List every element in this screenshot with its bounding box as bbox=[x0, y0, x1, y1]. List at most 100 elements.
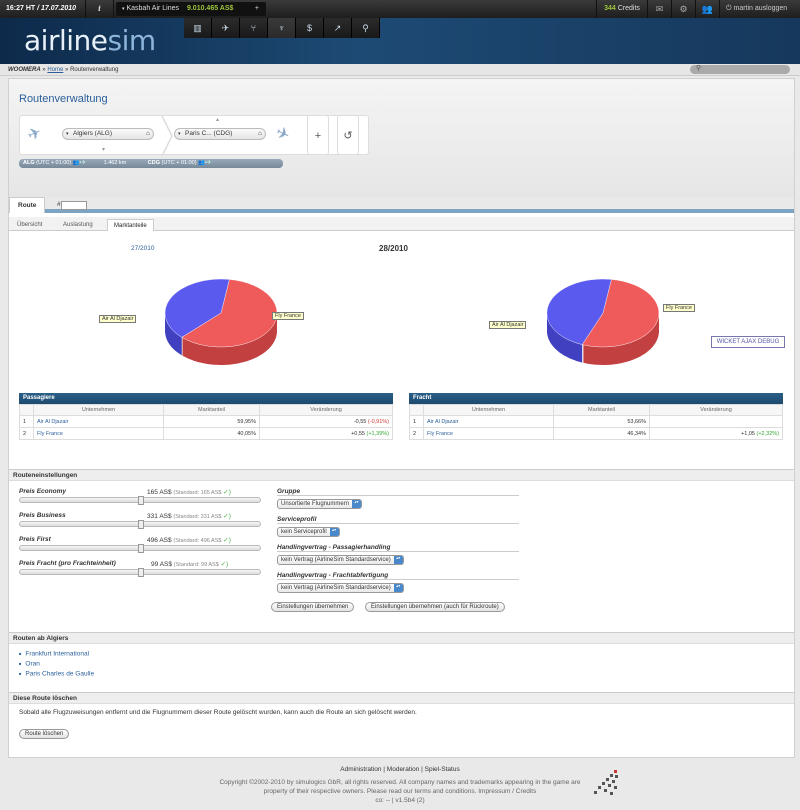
delete-route-title: Diese Route löschen bbox=[9, 692, 794, 704]
price-business-slider[interactable] bbox=[19, 520, 261, 529]
route-link[interactable]: Frankfurt International bbox=[19, 649, 94, 659]
company-link[interactable]: Air Al Djazair bbox=[423, 415, 554, 428]
cargo-handling-label: Handlingvertrag - Frachtabfertigung bbox=[277, 572, 389, 579]
route-link[interactable]: Paris Charles de Gaulle bbox=[19, 669, 94, 679]
add-funds-icon[interactable]: + bbox=[255, 2, 259, 16]
power-icon: ⏻ bbox=[726, 5, 732, 12]
site-header: airlinesim ▥ ✈ ⑂ ♆ $ ↗ ⚲ bbox=[0, 18, 800, 64]
price-economy-slider[interactable] bbox=[19, 496, 261, 505]
wicket-debug-link[interactable]: WICKET AJAX DEBUG bbox=[711, 336, 785, 348]
company-link[interactable]: Air Al Djazair bbox=[33, 415, 164, 428]
route-number-input[interactable] bbox=[61, 201, 87, 210]
dropdown-icon: ▾ bbox=[122, 6, 125, 12]
footer-link-status[interactable]: Spiel-Status bbox=[425, 766, 460, 773]
price-freight-value[interactable]: 99 AS$ (Standard: 99 AS$ ✓) bbox=[151, 560, 228, 568]
passenger-share-pie bbox=[164, 278, 278, 365]
price-economy-label: Preis Economy bbox=[19, 488, 66, 495]
dropdown-icon: ▾ bbox=[178, 131, 181, 137]
slider-handle[interactable] bbox=[138, 568, 144, 577]
tab-market-share[interactable]: Marktanteile bbox=[107, 219, 154, 231]
price-first-label: Preis First bbox=[19, 536, 51, 543]
current-period: 28/2010 bbox=[379, 244, 408, 253]
price-economy-value[interactable]: 165 AS$ (Standard: 165 AS$ ✓) bbox=[147, 488, 231, 496]
footer-link-administration[interactable]: Administration bbox=[340, 766, 381, 773]
table-row: 2 Fly France 40,05% +0,55 (+1,39%) bbox=[19, 427, 393, 440]
main-content: Routenverwaltung ✈ ▾ Algiers (ALG) ⌂ ▾ ▴… bbox=[8, 78, 795, 758]
route-settings-title: Routeneinstellungen bbox=[9, 469, 794, 481]
trend-icon[interactable]: ↗ bbox=[324, 18, 352, 38]
service-profile-select[interactable]: kein Serviceprofil bbox=[277, 527, 340, 537]
table-row: 2 Fly France 46,34% +1,05 (+2,32%) bbox=[409, 427, 783, 440]
breadcrumb-current: Routenverwaltung bbox=[70, 67, 119, 73]
group-select[interactable]: Unsortierte Flugnummern bbox=[277, 499, 363, 509]
settings-gear-icon[interactable]: ⚙ bbox=[672, 0, 696, 18]
search-input[interactable]: ⚲ bbox=[690, 65, 790, 74]
price-first-slider[interactable] bbox=[19, 544, 261, 553]
pin-icon[interactable]: ⚲ bbox=[352, 18, 380, 38]
delete-route-description: Sobald alle Flugzuweisungen entfernt und… bbox=[19, 709, 417, 716]
table-header-row: Unternehmen Marktanteil Veränderung bbox=[409, 404, 783, 416]
destination-airport-select[interactable]: ▾ Paris C... (CDG) ⌂ bbox=[174, 128, 266, 140]
tab-route[interactable]: Route bbox=[9, 197, 46, 213]
mail-icon[interactable]: ✉ bbox=[648, 0, 672, 18]
undo-button[interactable]: ↺ bbox=[337, 115, 359, 155]
plane-icon[interactable]: ✈ bbox=[212, 18, 240, 38]
seat-icon[interactable]: ⑂ bbox=[240, 18, 268, 38]
game-clock: 16:27 HT / 17.07.2010 bbox=[0, 0, 86, 18]
routes-list: Frankfurt International Oran Paris Charl… bbox=[19, 649, 94, 679]
previous-period-link[interactable]: 27/2010 bbox=[131, 245, 155, 252]
route-distance: 1.462 km bbox=[103, 160, 127, 166]
search-icon: ⚲ bbox=[696, 65, 702, 72]
route-chevron-icon bbox=[161, 116, 173, 156]
main-tabs: Route # bbox=[9, 197, 794, 213]
simulogics-logo bbox=[594, 770, 618, 795]
freight-share-pie bbox=[546, 278, 660, 365]
breadcrumb-root: WOOMERA bbox=[8, 67, 41, 73]
route-planner-panel: Routenverwaltung ✈ ▾ Algiers (ALG) ⌂ ▾ ▴… bbox=[9, 79, 794, 197]
route-summary-bar: ALG (UTC + 01:00) 👥▪✈ 1.462 km CDG (UTC … bbox=[19, 159, 283, 168]
price-first-value[interactable]: 496 AS$ (Standard: 496 AS$ ✓) bbox=[147, 536, 231, 544]
apply-settings-return-button[interactable]: Einstellungen übernehmen (auch für Rückr… bbox=[365, 602, 505, 612]
breadcrumb-home-link[interactable]: Home bbox=[47, 67, 63, 73]
pie-label-air-al-djazair: Air Al Djazair bbox=[99, 315, 137, 323]
route-link[interactable]: Oran bbox=[19, 659, 94, 669]
delete-route-button[interactable]: Route löschen bbox=[19, 729, 70, 739]
company-link[interactable]: Fly France bbox=[33, 427, 164, 440]
logout-link[interactable]: ⏻ martin ausloggen bbox=[720, 0, 800, 18]
sub-tabs: Übersicht Auslastung Marktanteile bbox=[9, 217, 794, 231]
origin-airport-select[interactable]: ▾ Algiers (ALG) ⌂ bbox=[62, 128, 154, 140]
swap-up-icon[interactable]: ▴ bbox=[216, 116, 219, 123]
tower-icon[interactable]: ♆ bbox=[268, 18, 296, 38]
building-icon[interactable]: ▥ bbox=[184, 18, 212, 38]
price-freight-slider[interactable] bbox=[19, 568, 261, 577]
routes-from-title: Routen ab Algiers bbox=[9, 632, 794, 644]
tab-utilization[interactable]: Auslastung bbox=[57, 219, 99, 231]
info-icon[interactable]: i bbox=[86, 0, 114, 18]
add-leg-button[interactable]: + bbox=[307, 115, 329, 155]
passenger-handling-select[interactable]: kein Vertrag (AirlineSim Standardservice… bbox=[277, 555, 404, 565]
cargo-handling-select[interactable]: kein Vertrag (AirlineSim Standardservice… bbox=[277, 583, 404, 593]
tab-overview[interactable]: Übersicht bbox=[11, 219, 48, 231]
price-business-value[interactable]: 331 AS$ (Standard: 331 AS$ ✓) bbox=[147, 512, 231, 520]
apply-settings-button[interactable]: Einstellungen übernehmen bbox=[271, 602, 355, 612]
airlinesim-logo[interactable]: airlinesim bbox=[24, 24, 156, 57]
version-line: co: -- | v1.5b4 (2) bbox=[375, 797, 425, 804]
airline-switcher[interactable]: ▾ Kasbah Air Lines 9.010.465 AS$ + bbox=[116, 2, 266, 16]
top-bar: 16:27 HT / 17.07.2010 i ▾ Kasbah Air Lin… bbox=[0, 0, 800, 18]
credits-display[interactable]: 344 Credits bbox=[596, 0, 648, 18]
service-profile-label: Serviceprofil bbox=[277, 516, 317, 523]
slider-handle[interactable] bbox=[138, 520, 144, 529]
footer: Administration | Moderation | Spiel-Stat… bbox=[0, 766, 800, 805]
pie-label-air-al-djazair: Air Al Djazair bbox=[489, 321, 527, 329]
home-icon: ⌂ bbox=[258, 130, 262, 137]
airline-name: Kasbah Air Lines bbox=[126, 5, 180, 12]
swap-down-icon[interactable]: ▾ bbox=[102, 146, 105, 153]
company-link[interactable]: Fly France bbox=[423, 427, 554, 440]
footer-link-moderation[interactable]: Moderation bbox=[387, 766, 420, 773]
slider-handle[interactable] bbox=[138, 496, 144, 505]
user-icon[interactable]: 👥 bbox=[696, 0, 720, 18]
dollar-icon[interactable]: $ bbox=[296, 18, 324, 38]
slider-handle[interactable] bbox=[138, 544, 144, 553]
copyright-line-2: property of their respective owners. Ple… bbox=[263, 788, 537, 795]
arrival-plane-icon: ✈ bbox=[272, 123, 293, 145]
